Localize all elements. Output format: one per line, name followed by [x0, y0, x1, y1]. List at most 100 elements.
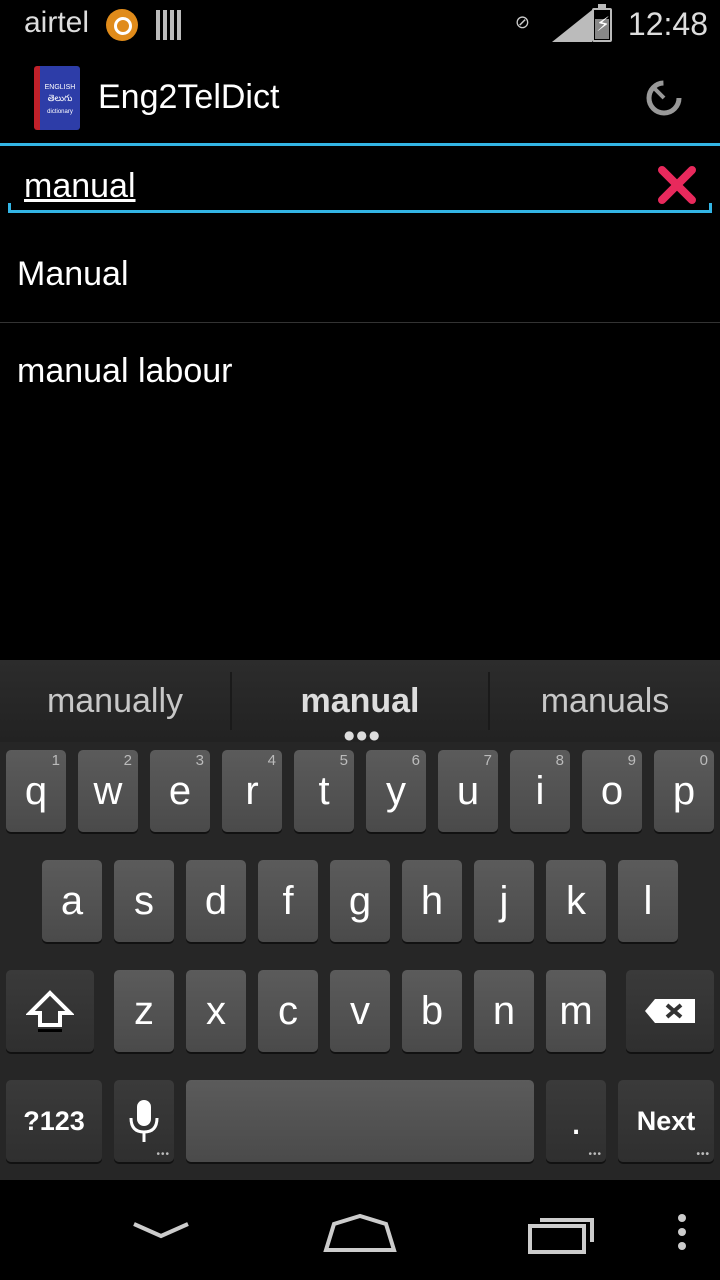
key-f[interactable]: f [258, 860, 318, 942]
carrier-badge-icon [106, 9, 138, 41]
key-l[interactable]: l [618, 860, 678, 942]
key-label: v [350, 988, 370, 1033]
key-hint: 3 [195, 752, 204, 769]
period-key[interactable]: . ••• [546, 1080, 606, 1162]
key-i[interactable]: i8 [510, 750, 570, 832]
key-label: Next [636, 1105, 696, 1136]
key-r[interactable]: r4 [222, 750, 282, 832]
key-p[interactable]: p0 [654, 750, 714, 832]
status-bar: airtel ⊘ ⚡ 12:48 [0, 0, 720, 50]
key-b[interactable]: b [402, 970, 462, 1052]
list-item[interactable]: manual labour [0, 323, 720, 419]
key-k[interactable]: k [546, 860, 606, 942]
key-c[interactable]: c [258, 970, 318, 1052]
key-hint: 6 [411, 752, 420, 769]
key-label: y [386, 768, 406, 813]
key-x[interactable]: x [186, 970, 246, 1052]
space-key[interactable] [186, 1080, 534, 1162]
key-label: ?123 [23, 1105, 85, 1136]
search-underline [8, 203, 712, 213]
suggestion-3[interactable]: manuals [490, 660, 720, 742]
key-a[interactable]: a [42, 860, 102, 942]
key-label: s [134, 878, 154, 923]
key-label: l [643, 878, 653, 923]
key-g[interactable]: g [330, 860, 390, 942]
key-hint: 7 [483, 752, 492, 769]
key-label: o [600, 768, 624, 813]
search-bar [0, 146, 720, 220]
backspace-key[interactable] [626, 970, 714, 1052]
clock: 12:48 [627, 6, 708, 42]
more-keys-icon: ••• [588, 1149, 602, 1160]
shift-key[interactable] [6, 970, 94, 1052]
key-label: a [60, 878, 84, 923]
home-icon[interactable] [322, 1202, 398, 1262]
app-logo-line-2: తెలుగు [47, 93, 73, 103]
key-label: j [499, 878, 509, 923]
key-label: b [420, 988, 444, 1033]
app-logo-icon: ENGLISH తెలుగు dictionary [34, 66, 80, 130]
key-label: q [24, 768, 48, 813]
backspace-icon [645, 999, 695, 1023]
search-input[interactable] [24, 164, 624, 208]
app-logo-line-1: ENGLISH [44, 84, 76, 91]
results-list: Manual manual labour [0, 226, 720, 419]
symbols-key[interactable]: ?123 [6, 1080, 102, 1162]
key-o[interactable]: o9 [582, 750, 642, 832]
more-suggestions-icon: ●●● [344, 728, 382, 742]
key-hint: 2 [123, 752, 132, 769]
key-t[interactable]: t5 [294, 750, 354, 832]
signal-strength-icon [552, 10, 592, 42]
refresh-icon[interactable] [644, 78, 684, 118]
suggestion-strip: manually manual manuals ●●● [0, 660, 720, 742]
key-label: e [168, 768, 192, 813]
key-hint: 8 [555, 752, 564, 769]
list-item[interactable]: Manual [0, 226, 720, 322]
key-s[interactable]: s [114, 860, 174, 942]
battery-charging-icon: ⚡ [592, 4, 612, 42]
key-label: c [278, 988, 298, 1033]
key-e[interactable]: e3 [150, 750, 210, 832]
key-label: p [672, 768, 696, 813]
soft-keyboard: manually manual manuals ●●● q1w2e3r4t5y6… [0, 660, 720, 1180]
key-label: z [134, 988, 154, 1033]
key-q[interactable]: q1 [6, 750, 66, 832]
app-title: Eng2TelDict [98, 78, 280, 116]
app-logo-line-3: dictionary [47, 109, 73, 115]
key-label: f [282, 878, 294, 923]
key-hint: 4 [267, 752, 276, 769]
voice-input-key[interactable]: ••• [114, 1080, 174, 1162]
vibrate-icon: ⊘ [514, 12, 530, 33]
key-label: r [245, 768, 259, 813]
key-m[interactable]: m [546, 970, 606, 1052]
recent-apps-icon[interactable] [526, 1202, 598, 1262]
back-hide-keyboard-icon[interactable] [130, 1202, 192, 1262]
next-key[interactable]: Next ••• [618, 1080, 714, 1162]
key-label: h [420, 878, 444, 923]
key-w[interactable]: w2 [78, 750, 138, 832]
carrier-name: airtel [24, 6, 90, 39]
key-y[interactable]: y6 [366, 750, 426, 832]
action-bar: ENGLISH తెలుగు dictionary Eng2TelDict [0, 50, 720, 144]
key-h[interactable]: h [402, 860, 462, 942]
key-z[interactable]: z [114, 970, 174, 1052]
key-n[interactable]: n [474, 970, 534, 1052]
key-j[interactable]: j [474, 860, 534, 942]
overflow-menu-icon[interactable] [672, 1202, 692, 1262]
key-label: m [559, 988, 593, 1033]
key-v[interactable]: v [330, 970, 390, 1052]
key-label: i [535, 768, 545, 813]
key-label: k [566, 878, 586, 923]
sim-card-icon [156, 10, 182, 40]
more-keys-icon: ••• [696, 1149, 710, 1160]
key-label: . [570, 1098, 582, 1143]
key-u[interactable]: u7 [438, 750, 498, 832]
key-hint: 5 [339, 752, 348, 769]
shift-icon [26, 990, 74, 1032]
key-label: x [206, 988, 226, 1033]
clear-search-button[interactable] [654, 162, 700, 208]
suggestion-1[interactable]: manually [0, 660, 230, 742]
key-d[interactable]: d [186, 860, 246, 942]
key-label: d [204, 878, 228, 923]
key-label: u [456, 768, 480, 813]
